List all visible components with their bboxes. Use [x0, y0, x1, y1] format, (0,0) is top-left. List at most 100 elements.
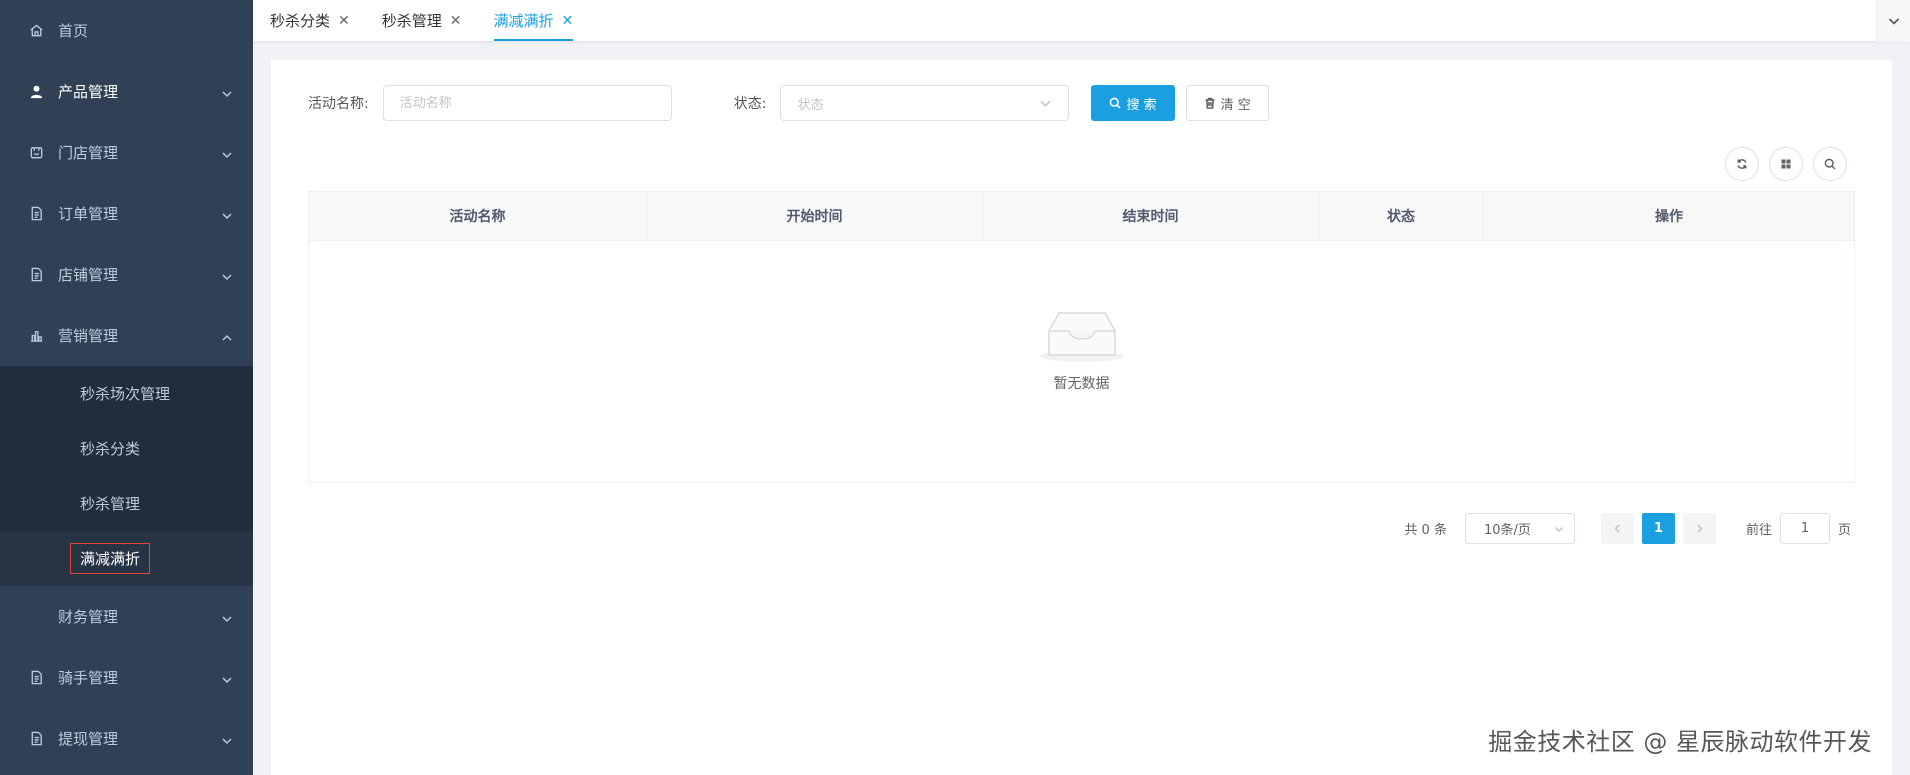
pagination: 共 0 条 10条/页 1 前往 页 — [308, 513, 1855, 544]
sidebar-item-products[interactable]: 产品管理 — [0, 61, 253, 122]
table-body: 暂无数据 — [309, 241, 1854, 482]
sidebar-item-riders[interactable]: 骑手管理 — [0, 647, 253, 708]
grid-icon — [1781, 159, 1791, 169]
sidebar-item-shops[interactable]: 店铺管理 — [0, 244, 253, 305]
sidebar-item-orders[interactable]: 订单管理 — [0, 183, 253, 244]
sidebar-item-withdraw[interactable]: 提现管理 — [0, 708, 253, 769]
content-wrap: 活动名称: 状态: 状态 搜 索 清 空 — [253, 42, 1910, 775]
sidebar-item-label: 首页 — [58, 22, 89, 40]
chevron-down-icon — [221, 86, 233, 98]
main-area: 秒杀分类 ✕ 秒杀管理 ✕ 满减满折 ✕ 活动名称: 状态: — [253, 0, 1910, 775]
document-icon — [28, 267, 44, 283]
page-size-value: 10条/页 — [1483, 523, 1531, 538]
tab-label: 满减满折 — [493, 12, 554, 30]
column-header-actions[interactable]: 操作 — [1484, 192, 1854, 240]
search-icon — [1824, 158, 1836, 170]
sidebar-item-label: 店铺管理 — [58, 266, 119, 284]
search-button-label: 搜 索 — [1126, 97, 1157, 113]
page-size-select[interactable]: 10条/页 — [1464, 513, 1575, 544]
column-header-activity-name[interactable]: 活动名称 — [309, 192, 647, 240]
sidebar-item-label: 营销管理 — [58, 327, 119, 345]
empty-text: 暂无数据 — [1053, 376, 1110, 392]
app-root: 首页 产品管理 门店管理 订单管理 店铺管理 营销管理 秒杀场次管理 秒杀分类 … — [0, 0, 1910, 775]
prev-page-button[interactable] — [1600, 513, 1634, 544]
search-icon — [1110, 97, 1122, 109]
document-icon — [28, 670, 44, 686]
chevron-down-icon — [221, 611, 233, 623]
chevron-down-icon — [221, 672, 233, 684]
status-label: 状态: — [733, 96, 767, 112]
tabs-dropdown-button[interactable] — [1876, 0, 1910, 42]
table-header: 活动名称 开始时间 结束时间 状态 操作 — [309, 192, 1854, 241]
chevron-down-icon — [221, 208, 233, 220]
trash-icon — [1205, 97, 1215, 109]
jump-prefix: 前往 — [1745, 523, 1772, 538]
column-header-start-time[interactable]: 开始时间 — [647, 192, 983, 240]
sidebar-item-label: 订单管理 — [58, 205, 119, 223]
columns-button[interactable] — [1769, 147, 1803, 181]
tab-label: 秒杀分类 — [270, 12, 331, 30]
home-icon — [28, 23, 44, 39]
chevron-down-icon — [221, 147, 233, 159]
next-page-button[interactable] — [1682, 513, 1716, 544]
close-icon[interactable]: ✕ — [562, 14, 574, 28]
close-icon[interactable]: ✕ — [450, 14, 462, 28]
activity-table: 活动名称 开始时间 结束时间 状态 操作 暂无数据 — [308, 191, 1855, 483]
sidebar-subitem-seckill-sessions[interactable]: 秒杀场次管理 — [0, 366, 253, 421]
tab-label: 秒杀管理 — [381, 12, 442, 30]
sidebar-subitem-label: 满减满折 — [70, 543, 151, 574]
tabs-bar: 秒杀分类 ✕ 秒杀管理 ✕ 满减满折 ✕ — [253, 0, 1910, 42]
refresh-button[interactable] — [1725, 147, 1759, 181]
jump-suffix: 页 — [1837, 523, 1851, 538]
table-toolbar — [308, 147, 1855, 183]
blank-icon — [28, 609, 44, 625]
sidebar-subitem-label: 秒杀分类 — [80, 440, 141, 458]
tab-seckill-category[interactable]: 秒杀分类 ✕ — [253, 0, 366, 41]
watermark: 掘金技术社区 @ 星辰脉动软件开发 — [1488, 728, 1872, 756]
search-button[interactable]: 搜 索 — [1091, 85, 1175, 121]
chevron-down-icon — [1041, 100, 1051, 107]
tab-seckill-manage[interactable]: 秒杀管理 ✕ — [366, 0, 478, 41]
chevron-down-icon — [1888, 18, 1899, 25]
sidebar-subitem-full-reduction[interactable]: 满减满折 — [0, 531, 253, 586]
sidebar-subitem-seckill-category[interactable]: 秒杀分类 — [0, 421, 253, 476]
sidebar-item-home[interactable]: 首页 — [0, 0, 253, 61]
activity-name-input[interactable] — [382, 85, 672, 121]
user-icon — [28, 84, 44, 100]
empty-box-icon — [1039, 312, 1124, 362]
page-jumper: 前往 页 — [1746, 513, 1851, 544]
sidebar-item-stores[interactable]: 门店管理 — [0, 122, 253, 183]
clear-button-label: 清 空 — [1220, 97, 1251, 113]
page-number-button[interactable]: 1 — [1641, 513, 1675, 544]
sidebar-item-label: 骑手管理 — [58, 669, 119, 687]
tab-full-reduction[interactable]: 满减满折 ✕ — [478, 0, 590, 41]
pagination-total: 共 0 条 — [1404, 523, 1447, 538]
chevron-right-icon — [1697, 524, 1703, 533]
chevron-left-icon — [1614, 524, 1620, 533]
sidebar-item-label: 门店管理 — [58, 144, 119, 162]
activity-name-label: 活动名称: — [308, 96, 369, 112]
document-icon — [28, 731, 44, 747]
content-card: 活动名称: 状态: 状态 搜 索 清 空 — [271, 60, 1892, 775]
sidebar-item-label: 提现管理 — [58, 730, 119, 748]
sidebar-subitem-seckill-manage[interactable]: 秒杀管理 — [0, 476, 253, 531]
document-icon — [28, 206, 44, 222]
sidebar-item-finance[interactable]: 财务管理 — [0, 586, 253, 647]
sidebar: 首页 产品管理 门店管理 订单管理 店铺管理 营销管理 秒杀场次管理 秒杀分类 … — [0, 0, 253, 775]
clear-button[interactable]: 清 空 — [1185, 85, 1269, 121]
column-header-status[interactable]: 状态 — [1319, 192, 1484, 240]
marketing-submenu: 秒杀场次管理 秒杀分类 秒杀管理 满减满折 — [0, 366, 253, 586]
toggle-search-button[interactable] — [1813, 147, 1847, 181]
chart-icon — [28, 328, 44, 344]
jump-page-input[interactable] — [1779, 513, 1830, 544]
status-select-placeholder: 状态 — [797, 97, 824, 113]
filter-form: 活动名称: 状态: 状态 搜 索 清 空 — [308, 85, 1855, 121]
sidebar-subitem-label: 秒杀场次管理 — [80, 385, 171, 403]
status-select[interactable]: 状态 — [780, 85, 1070, 121]
close-icon[interactable]: ✕ — [338, 14, 350, 28]
chevron-up-icon — [221, 330, 233, 342]
column-header-end-time[interactable]: 结束时间 — [983, 192, 1319, 240]
chevron-down-icon — [1554, 526, 1563, 532]
sidebar-item-marketing[interactable]: 营销管理 — [0, 305, 253, 366]
store-icon — [28, 145, 44, 161]
